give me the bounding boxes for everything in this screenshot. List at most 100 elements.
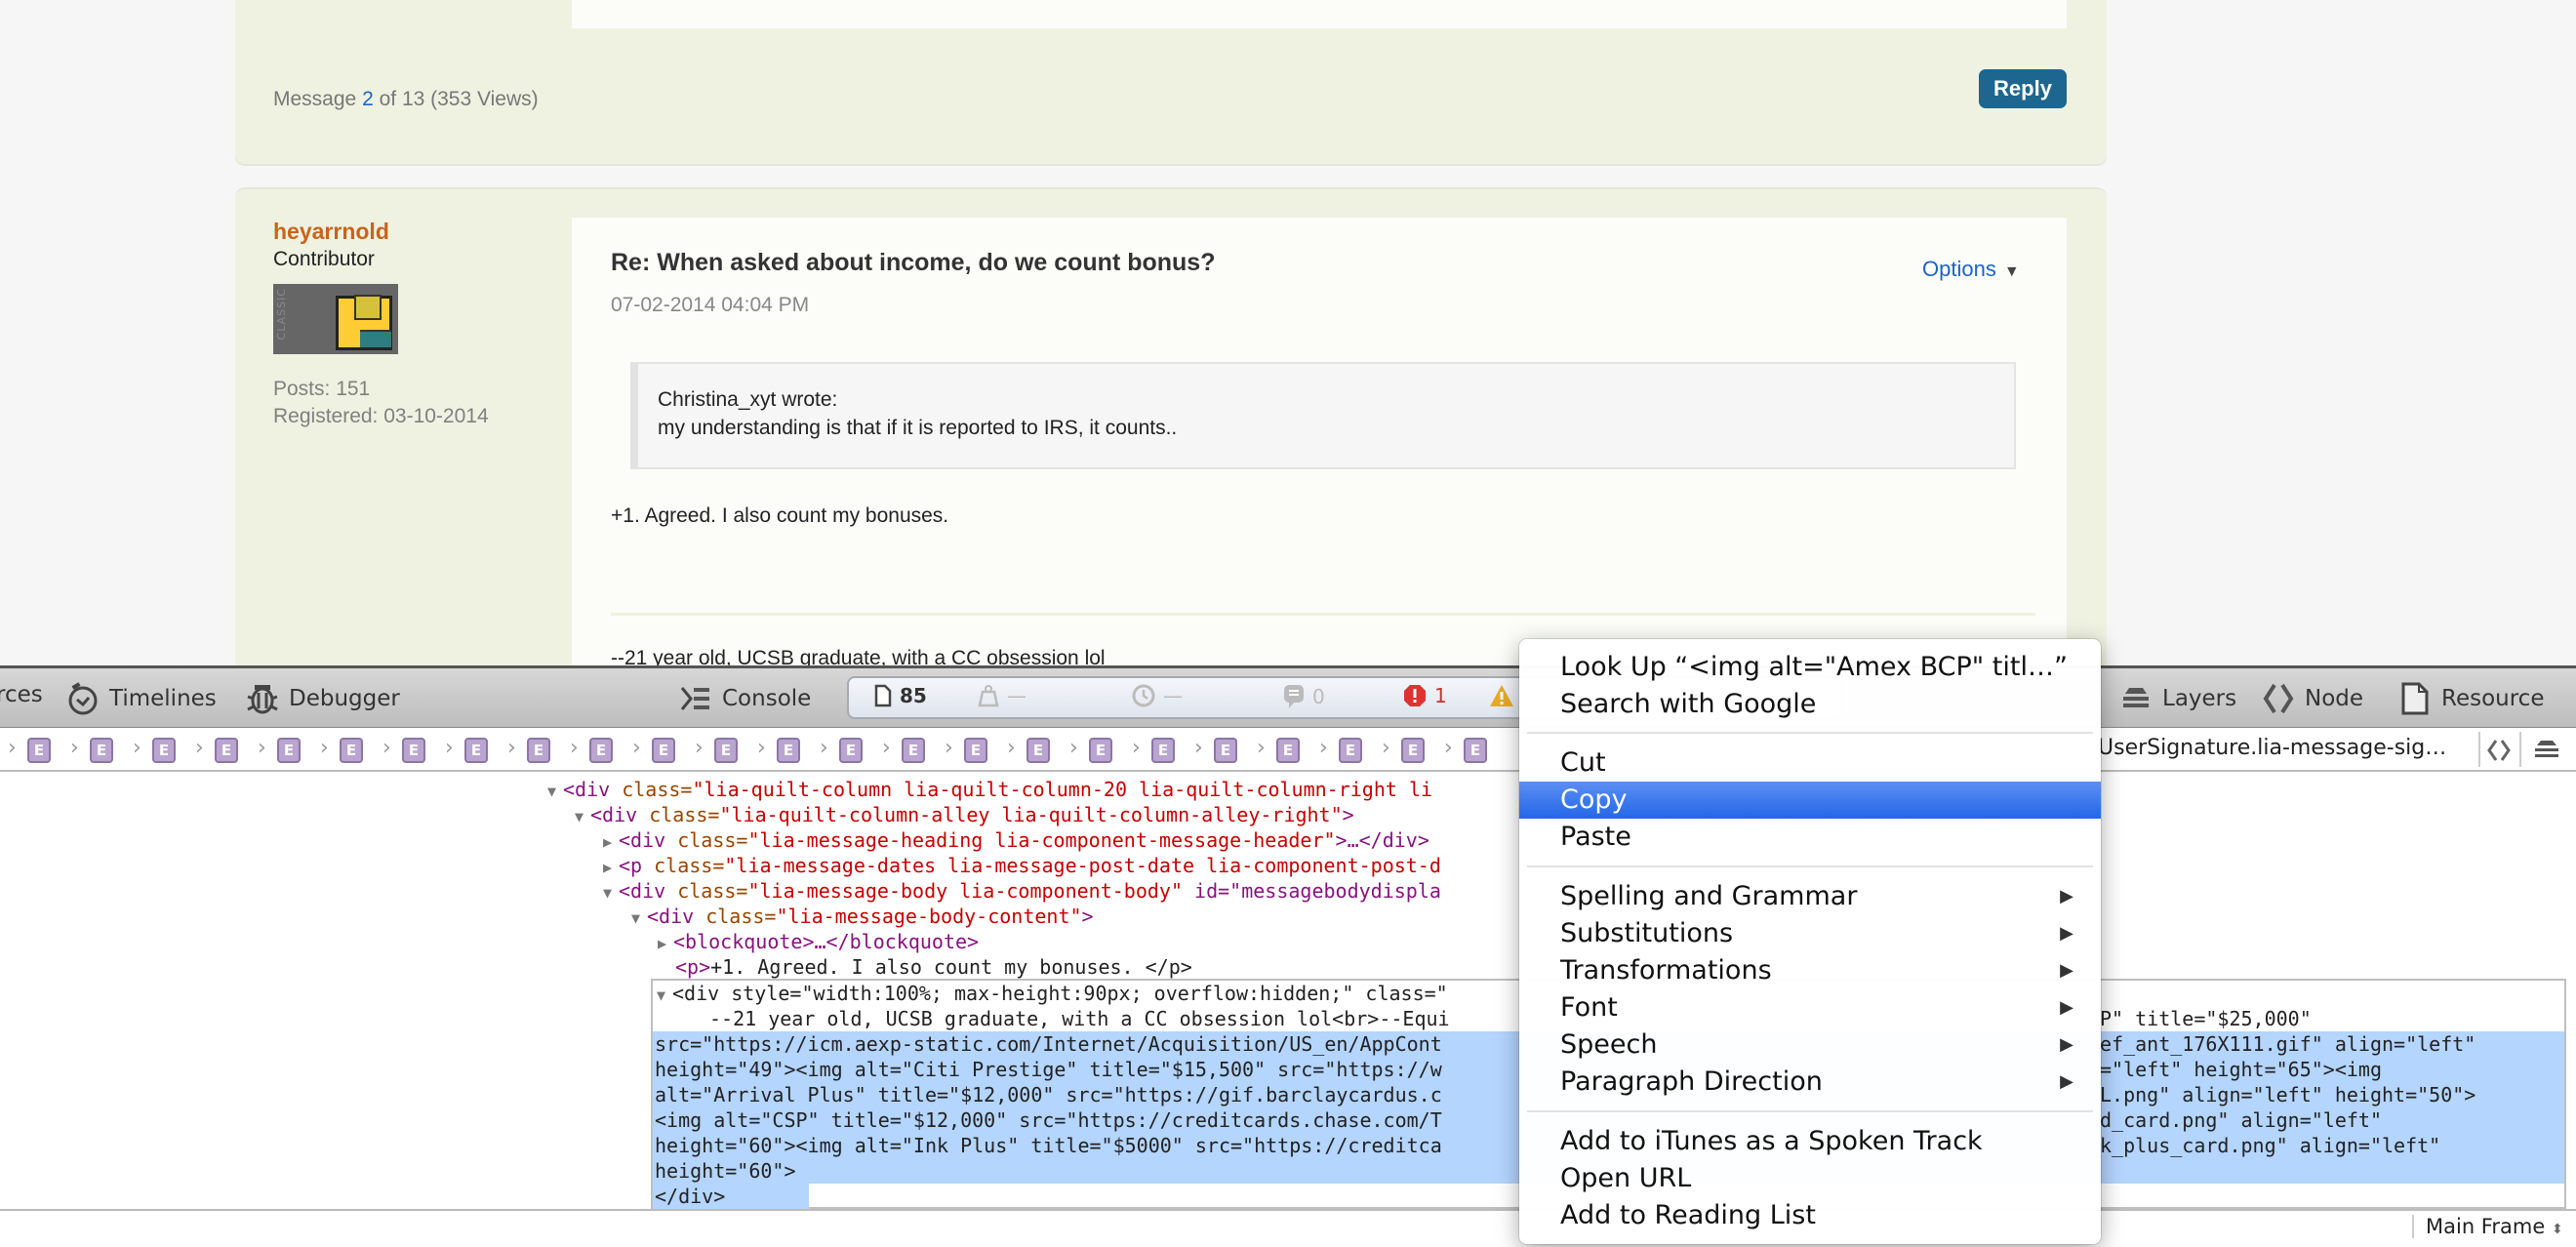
menu-item-copy[interactable]: Copy bbox=[1519, 782, 2101, 819]
disclosure-triangle-icon[interactable]: ▶ bbox=[603, 855, 619, 880]
breadcrumb-separator-icon: › bbox=[1132, 736, 1141, 760]
breadcrumb-separator-icon: › bbox=[820, 736, 828, 760]
breadcrumb-element[interactable]: E bbox=[277, 738, 301, 763]
menu-item-transformations[interactable]: Transformations ▶ bbox=[1519, 952, 2101, 989]
tab-node[interactable]: Node bbox=[2262, 682, 2363, 715]
menu-item-font[interactable]: Font ▶ bbox=[1519, 989, 2101, 1026]
dom-tree-row[interactable]: ▶ <div class="lia-message-heading lia-com… bbox=[603, 827, 1429, 853]
tag-content: > bbox=[1081, 905, 1094, 928]
breadcrumb-element[interactable]: E bbox=[1026, 738, 1050, 763]
disclosure-triangle-icon[interactable]: ▼ bbox=[575, 804, 590, 829]
disclosure-triangle-icon[interactable]: ▼ bbox=[657, 983, 672, 1008]
menu-item-speech[interactable]: Speech ▶ bbox=[1519, 1026, 2101, 1064]
dom-tree-row[interactable]: ▶ <blockquote>…</blockquote> bbox=[658, 929, 979, 954]
blockquote: Christina_xyt wrote: my understanding is… bbox=[630, 362, 2016, 469]
breadcrumb-element[interactable]: E bbox=[402, 738, 425, 763]
menu-item-search-with-google[interactable]: Search with Google bbox=[1519, 686, 2101, 723]
menu-item-cut[interactable]: Cut bbox=[1519, 744, 2101, 782]
attribute-value: "lia-message-dates lia-message-post-date… bbox=[724, 854, 1441, 877]
reply-button[interactable]: Reply bbox=[1979, 69, 2067, 108]
tab-timelines[interactable]: Timelines bbox=[66, 682, 217, 715]
breadcrumb-element[interactable]: E bbox=[90, 738, 113, 763]
menu-item-look-up-img-alt-amex-bcp-titl[interactable]: Look Up “<img alt="Amex BCP" titl…” bbox=[1519, 649, 2101, 686]
breadcrumb-element[interactable]: E bbox=[1276, 738, 1300, 763]
author-username[interactable]: heyarrnold bbox=[273, 219, 389, 245]
error-count: 1 bbox=[1403, 684, 1447, 707]
submenu-arrow-icon: ▶ bbox=[2060, 886, 2073, 906]
breadcrumb-element[interactable]: E bbox=[1151, 738, 1175, 763]
document-icon bbox=[874, 684, 892, 707]
tab-console[interactable]: Console bbox=[679, 682, 811, 715]
menu-item-paragraph-direction[interactable]: Paragraph Direction ▶ bbox=[1519, 1064, 2101, 1101]
submenu-arrow-icon: ▶ bbox=[2060, 997, 2073, 1018]
dom-tree-row[interactable]: ▼ <div class="lia-message-body-content"> bbox=[631, 904, 1094, 929]
disclosure-triangle-icon[interactable]: ▼ bbox=[631, 905, 647, 931]
disclosure-triangle-icon[interactable]: ▼ bbox=[603, 880, 619, 905]
message-number-link[interactable]: 2 bbox=[362, 88, 374, 110]
layers-icon[interactable] bbox=[2533, 738, 2560, 763]
breadcrumb-element[interactable]: E bbox=[589, 738, 613, 763]
selected-node-line: alt="Arrival Plus" title="$12,000" src="… bbox=[655, 1083, 1442, 1106]
attribute-value: "lia-message-body-content" bbox=[776, 905, 1082, 928]
breadcrumb-element[interactable]: E bbox=[1464, 738, 1487, 763]
signature-divider bbox=[611, 613, 2035, 616]
dom-tree: ▼ <div style="width:100%; max-height:90px… bbox=[0, 773, 2576, 1209]
disclosure-triangle-icon[interactable]: ▶ bbox=[603, 829, 619, 855]
quote-author: Christina_xyt wrote: bbox=[658, 388, 838, 411]
menu-item-label: Look Up “<img alt="Amex BCP" titl…” bbox=[1560, 652, 2068, 682]
menu-item-spelling-and-grammar[interactable]: Spelling and Grammar ▶ bbox=[1519, 878, 2101, 915]
breadcrumb-element[interactable]: E bbox=[902, 738, 925, 763]
disclosure-triangle-icon[interactable]: ▶ bbox=[658, 931, 673, 956]
tab-layers[interactable]: Layers bbox=[2119, 682, 2236, 715]
breadcrumb-element[interactable]: E bbox=[777, 738, 800, 763]
breadcrumb-element[interactable]: E bbox=[1401, 738, 1425, 763]
tab-resources[interactable]: rces bbox=[0, 682, 43, 707]
breadcrumb-element[interactable]: E bbox=[215, 738, 238, 763]
breadcrumb-element[interactable]: E bbox=[527, 738, 550, 763]
menu-item-substitutions[interactable]: Substitutions ▶ bbox=[1519, 915, 2101, 952]
menu-item-label: Open URL bbox=[1560, 1163, 1692, 1193]
post-title: Re: When asked about income, do we count… bbox=[611, 249, 1216, 276]
tag-name: <div bbox=[647, 905, 695, 928]
dom-tree-row[interactable]: ▼ <div class="lia-quilt-column lia-quilt-… bbox=[547, 777, 1432, 802]
warning-indicator bbox=[1489, 684, 1514, 707]
breadcrumb-element[interactable]: E bbox=[839, 738, 863, 763]
selected-node-line-tail: L.png" align="left" height="50"> bbox=[2100, 1083, 2476, 1106]
breadcrumb-separator-icon: › bbox=[695, 736, 704, 760]
dom-tree-row[interactable]: ▼ <div class="lia-quilt-column-alley lia-… bbox=[575, 802, 1354, 827]
menu-item-label: Paragraph Direction bbox=[1560, 1066, 1823, 1097]
disclosure-triangle-icon[interactable]: ▼ bbox=[547, 779, 563, 804]
frame-selector[interactable]: Main Frame ⬍ bbox=[2412, 1215, 2563, 1238]
breadcrumb-current-node[interactable]: UserSignature.lia-message-sig… bbox=[2098, 736, 2446, 760]
menu-item-label: Speech bbox=[1560, 1029, 1658, 1060]
tag-name: <div bbox=[563, 778, 611, 801]
breadcrumb-element[interactable]: E bbox=[1089, 738, 1112, 763]
menu-item-add-to-itunes-as-a-spoken-track[interactable]: Add to iTunes as a Spoken Track bbox=[1519, 1123, 2101, 1160]
attribute-value: "lia-message-heading lia-component-messa… bbox=[747, 828, 1336, 852]
author-avatar[interactable]: CLASSIC bbox=[273, 284, 398, 354]
menu-item-open-url[interactable]: Open URL bbox=[1519, 1160, 2101, 1197]
dom-tree-row[interactable]: ▶ <p class="lia-message-dates lia-message… bbox=[603, 853, 1441, 878]
menu-item-add-to-reading-list[interactable]: Add to Reading List bbox=[1519, 1197, 2101, 1234]
tab-debugger[interactable]: Debugger bbox=[246, 682, 400, 715]
author-rank: Contributor bbox=[273, 248, 375, 270]
breadcrumb-element[interactable]: E bbox=[152, 738, 176, 763]
node-brackets-icon[interactable] bbox=[2486, 738, 2512, 763]
options-menu-button[interactable]: Options ▼ bbox=[1922, 257, 2020, 282]
menu-item-paste[interactable]: Paste bbox=[1519, 819, 2101, 856]
breadcrumb-element[interactable]: E bbox=[340, 738, 363, 763]
breadcrumb-element[interactable]: E bbox=[714, 738, 738, 763]
breadcrumb-element[interactable]: E bbox=[1214, 738, 1237, 763]
breadcrumb-element[interactable]: E bbox=[1339, 738, 1362, 763]
menu-separator bbox=[1527, 732, 2093, 734]
breadcrumb-element[interactable]: E bbox=[27, 738, 51, 763]
dom-tree-row[interactable]: ▼ <div class="lia-message-body lia-compon… bbox=[603, 878, 1441, 904]
breadcrumb-element[interactable]: E bbox=[652, 738, 675, 763]
tab-resource[interactable]: Resource bbox=[2398, 682, 2544, 715]
speech-bubble-icon bbox=[1284, 685, 1304, 708]
breadcrumb-element[interactable]: E bbox=[964, 738, 987, 763]
dom-tree-row[interactable]: <p>+1. Agreed. I also count my bonuses. … bbox=[675, 954, 1192, 980]
load-time: — bbox=[1132, 684, 1183, 707]
breadcrumb-element[interactable]: E bbox=[464, 738, 488, 763]
quote-text: my understanding is that if it is report… bbox=[658, 417, 1178, 439]
